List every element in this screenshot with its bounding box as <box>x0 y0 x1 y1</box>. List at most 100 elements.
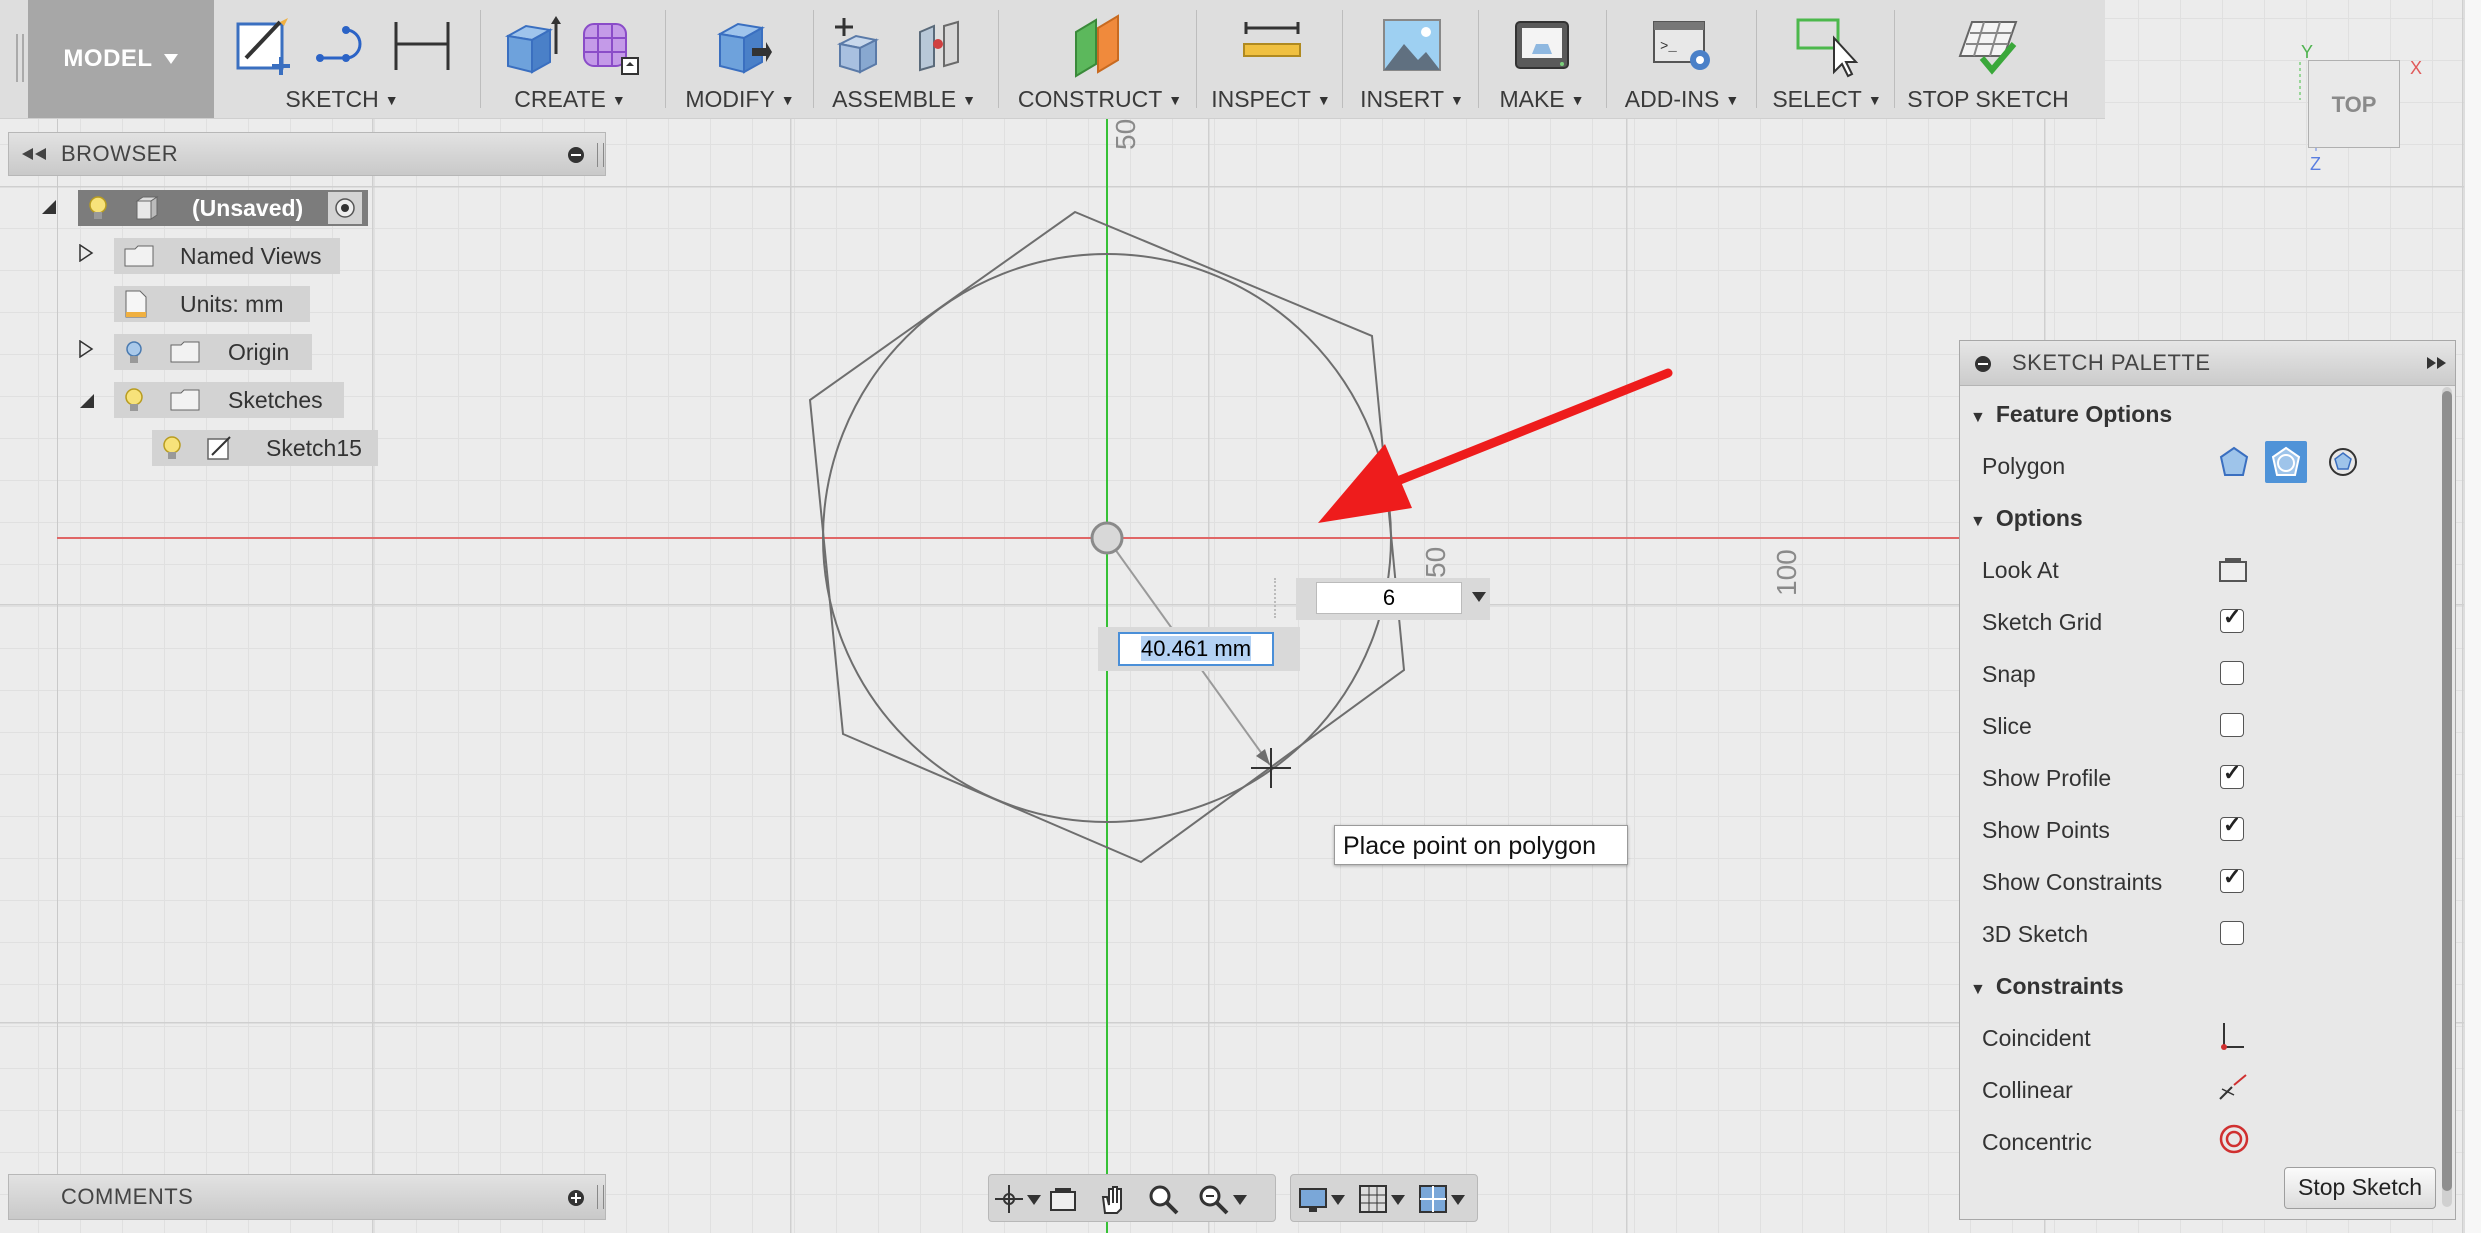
show-points-checkbox[interactable] <box>2220 812 2244 841</box>
panel-grip[interactable] <box>597 1185 604 1209</box>
tree-item-sketches[interactable]: Sketches <box>114 382 344 418</box>
look-at-icon[interactable] <box>2218 555 2248 583</box>
toolbar-grip[interactable] <box>16 34 24 82</box>
expand-named-views-icon[interactable] <box>78 244 94 262</box>
tree-item-units[interactable]: Units: mm <box>114 286 310 322</box>
3d-print-icon[interactable] <box>1510 14 1574 78</box>
display-settings-icon[interactable] <box>1297 1183 1329 1215</box>
minimize-icon[interactable] <box>567 146 585 164</box>
new-component-icon[interactable] <box>830 14 894 78</box>
tree-item-sketch15[interactable]: Sketch15 <box>152 430 378 466</box>
scripts-addins-icon[interactable]: >_ <box>1650 14 1714 78</box>
offset-plane-icon[interactable] <box>1068 14 1132 78</box>
radio-active-icon[interactable] <box>334 197 356 219</box>
create-sketch-icon[interactable] <box>232 14 296 78</box>
inscribed-polygon-button[interactable] <box>2265 441 2307 483</box>
fit-zoom-icon[interactable] <box>1197 1183 1229 1215</box>
sides-dropdown-arrow-icon[interactable] <box>1470 590 1488 604</box>
show-profile-checkbox[interactable] <box>2220 760 2244 789</box>
palette-scrollbar-thumb[interactable] <box>2442 391 2452 1191</box>
circumscribed-polygon-icon[interactable] <box>2217 445 2251 479</box>
grid-settings-icon[interactable] <box>1357 1183 1389 1215</box>
modify-group[interactable]: MODIFY ▼ <box>676 0 804 118</box>
show-constraints-checkbox[interactable] <box>2220 864 2244 893</box>
inspect-group[interactable]: INSPECT ▼ <box>1206 0 1336 118</box>
look-at-icon[interactable] <box>1047 1183 1079 1215</box>
press-pull-icon[interactable] <box>708 14 772 78</box>
pan-hand-icon[interactable] <box>1097 1183 1129 1215</box>
browser-panel-header[interactable]: BROWSER <box>8 132 606 176</box>
insert-group[interactable]: INSERT ▼ <box>1354 0 1470 118</box>
insert-image-icon[interactable] <box>1380 14 1444 78</box>
finish-sketch-icon[interactable] <box>1956 14 2020 78</box>
select-icon[interactable] <box>1796 14 1860 78</box>
panel-grip[interactable] <box>597 143 604 167</box>
sketch-palette-header[interactable]: SKETCH PALETTE <box>1960 341 2455 386</box>
display-dropdown-icon[interactable] <box>1329 1183 1347 1215</box>
sides-drag-handle[interactable] <box>1274 578 1286 618</box>
collapse-sketches-icon[interactable] <box>78 392 96 410</box>
slice-checkbox[interactable] <box>2220 713 2244 737</box>
orbit-icon[interactable] <box>993 1183 1025 1215</box>
comments-title: COMMENTS <box>61 1184 194 1209</box>
add-comment-icon[interactable] <box>567 1189 585 1207</box>
sketch-grid-checkbox[interactable] <box>2220 604 2244 633</box>
lightbulb-icon[interactable] <box>86 195 110 221</box>
sketch-group[interactable]: SKETCH ▼ <box>222 0 462 118</box>
concentric-constraint-icon[interactable] <box>2218 1123 2250 1155</box>
line-tool-icon[interactable] <box>312 14 376 78</box>
viewcube[interactable]: TOP <box>2308 60 2400 148</box>
grid-dropdown-icon[interactable] <box>1389 1183 1407 1215</box>
edge-polygon-icon[interactable] <box>2326 445 2360 479</box>
feature-options-section[interactable]: ▼ Feature Options <box>1970 401 2172 428</box>
zoom-dropdown-icon[interactable] <box>1231 1183 1249 1215</box>
create-form-icon[interactable] <box>578 14 642 78</box>
expand-root-icon[interactable] <box>40 198 58 216</box>
3d-sketch-checkbox[interactable] <box>2220 921 2244 945</box>
sides-count-input[interactable]: 6 <box>1316 582 1462 614</box>
expand-origin-icon[interactable] <box>78 340 94 358</box>
viewcube-y-label: Y <box>2301 42 2313 62</box>
extrude-icon[interactable] <box>500 14 564 78</box>
collinear-constraint-icon[interactable] <box>2218 1073 2248 1103</box>
viewports-icon[interactable] <box>1417 1183 1449 1215</box>
make-group[interactable]: MAKE ▼ <box>1490 0 1594 118</box>
radius-dimension-input[interactable]: 40.461 mm <box>1118 632 1274 666</box>
sketch-dimension-icon[interactable] <box>390 14 454 78</box>
display-bar <box>1290 1174 1478 1222</box>
lightbulb-icon[interactable] <box>122 387 146 413</box>
3d-sketch-label: 3D Sketch <box>1982 921 2089 947</box>
stop-sketch-button[interactable]: Stop Sketch <box>2284 1167 2436 1209</box>
stop-sketch-group[interactable]: STOP SKETCH <box>1904 0 2072 118</box>
joint-icon[interactable] <box>910 14 974 78</box>
units-document-icon <box>125 290 147 318</box>
measure-icon[interactable] <box>1240 14 1304 78</box>
zoom-icon[interactable] <box>1147 1183 1179 1215</box>
workspace-model-button[interactable]: MODEL <box>28 0 214 118</box>
toolbar-separator <box>1606 10 1607 108</box>
lightbulb-icon[interactable] <box>160 435 184 461</box>
viewports-dropdown-icon[interactable] <box>1449 1183 1467 1215</box>
collapse-panel-icon[interactable] <box>21 147 47 161</box>
tree-item-origin[interactable]: Origin <box>114 334 312 370</box>
comments-panel-header[interactable]: COMMENTS <box>8 1174 606 1220</box>
snap-checkbox[interactable] <box>2220 661 2244 685</box>
constraints-section[interactable]: ▼ Constraints <box>1970 973 2124 1000</box>
tree-item-root[interactable]: (Unsaved) <box>78 190 368 226</box>
assemble-group[interactable]: ASSEMBLE ▼ <box>822 0 986 118</box>
lightbulb-off-icon[interactable] <box>124 339 144 365</box>
minimize-icon[interactable] <box>1974 355 1992 373</box>
show-constraints-label: Show Constraints <box>1982 869 2163 895</box>
expand-palette-icon[interactable] <box>2426 356 2448 370</box>
activate-radio[interactable] <box>328 192 362 224</box>
orbit-dropdown-icon[interactable] <box>1025 1183 1043 1215</box>
create-group[interactable]: CREATE ▼ <box>490 0 650 118</box>
addins-group[interactable]: >_ ADD-INS ▼ <box>1616 0 1748 118</box>
tree-item-named-views[interactable]: Named Views <box>114 238 340 274</box>
coincident-constraint-icon[interactable] <box>2218 1021 2246 1051</box>
construct-group[interactable]: CONSTRUCT ▼ <box>1010 0 1190 118</box>
select-group[interactable]: SELECT ▼ <box>1766 0 1888 118</box>
folder-icon <box>124 245 154 267</box>
tree-root-label: (Unsaved) <box>192 195 304 221</box>
options-section[interactable]: ▼ Options <box>1970 505 2083 532</box>
